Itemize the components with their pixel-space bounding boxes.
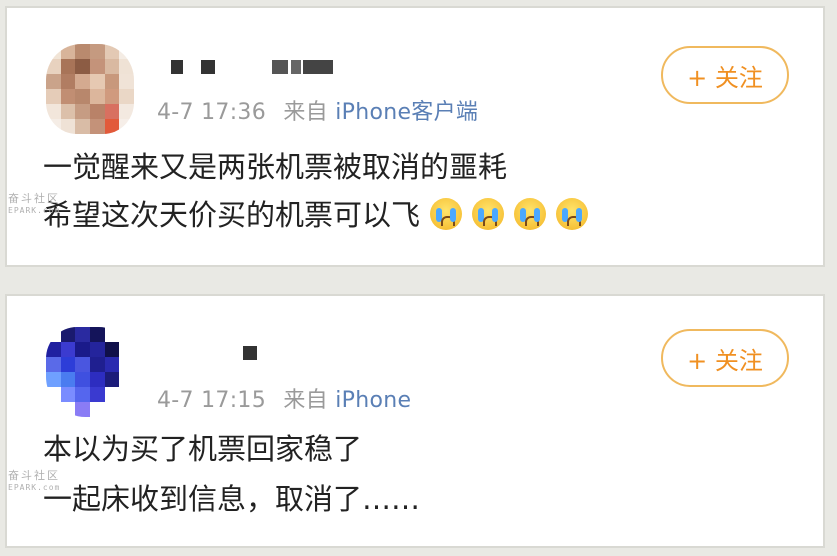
source-link[interactable]: iPhone客户端 (335, 100, 478, 125)
follow-button[interactable]: + 关注 (661, 46, 789, 104)
post-text-line: 本以为买了机票回家稳了 (43, 432, 363, 466)
post-meta: 4-7 17:15 来自 iPhone (157, 382, 411, 414)
watermark-cn: 奋斗社区 (8, 192, 60, 205)
avatar[interactable] (46, 44, 134, 134)
crying-face-icon (472, 198, 505, 230)
watermark-cn: 奋斗社区 (8, 469, 60, 482)
source-prefix: 来自 (283, 388, 328, 413)
follow-label: + 关注 (687, 63, 763, 92)
avatar[interactable] (46, 327, 134, 417)
post-text-line: 一觉醒来又是两张机票被取消的噩耗 (43, 150, 508, 184)
watermark: 奋斗社区 EPARK.com (8, 467, 78, 492)
post-text-line-with-emoji: 希望这次天价买的机票可以飞 (43, 195, 589, 235)
post-meta: 4-7 17:36 来自 iPhone客户端 (157, 94, 478, 126)
timestamp: 4-7 17:36 (157, 100, 267, 125)
crying-face-icon (514, 198, 547, 230)
follow-button[interactable]: + 关注 (661, 329, 789, 387)
watermark-en: EPARK.com (8, 206, 61, 215)
timestamp: 4-7 17:15 (157, 388, 267, 413)
source-link[interactable]: iPhone (335, 388, 411, 413)
post-text-line: 希望这次天价买的机票可以飞 (43, 198, 421, 232)
post-text-line: 一起床收到信息，取消了…… (43, 482, 421, 516)
crying-face-icon (556, 198, 589, 230)
source-prefix: 来自 (283, 100, 328, 125)
follow-label: + 关注 (687, 346, 763, 375)
watermark-en: EPARK.com (8, 483, 61, 492)
watermark: 奋斗社区 EPARK.com (8, 190, 78, 215)
crying-face-icon (430, 198, 463, 230)
